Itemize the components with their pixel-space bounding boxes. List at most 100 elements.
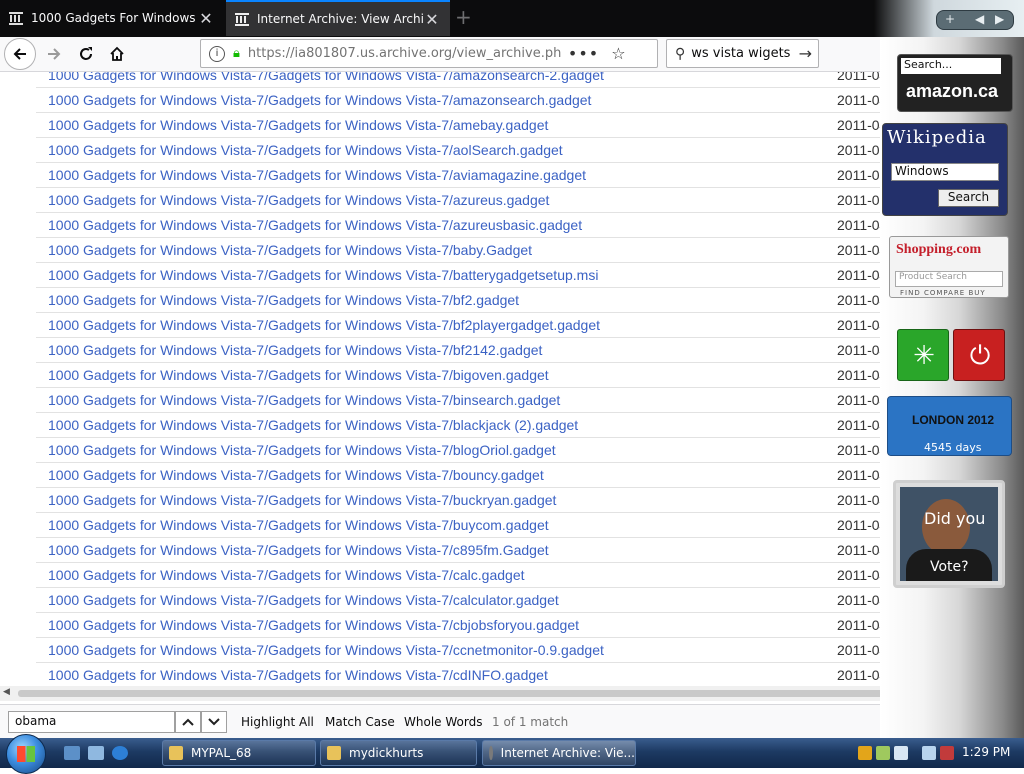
arrow-right-icon[interactable]: → [799, 44, 812, 63]
archive-icon [9, 12, 23, 25]
file-link[interactable]: 1000 Gadgets for Windows Vista-7/Gadgets… [48, 267, 598, 283]
reload-button[interactable] [72, 41, 100, 67]
internet-explorer-icon[interactable] [112, 746, 128, 760]
amazon-search-input[interactable]: Search... [901, 58, 1001, 74]
file-link[interactable]: 1000 Gadgets for Windows Vista-7/Gadgets… [48, 442, 556, 458]
scrollbar-thumb[interactable] [18, 690, 928, 697]
file-link[interactable]: 1000 Gadgets for Windows Vista-7/Gadgets… [48, 92, 591, 108]
search-bar[interactable]: ⚲ ws vista wigets → [666, 39, 819, 68]
show-desktop-icon[interactable] [64, 746, 80, 760]
wikipedia-search-button[interactable]: Search [938, 189, 999, 207]
find-previous-button[interactable] [175, 711, 201, 733]
sun-icon: ✳ [913, 341, 935, 371]
file-link[interactable]: 1000 Gadgets for Windows Vista-7/Gadgets… [48, 167, 586, 183]
photo-caption-bottom: Vote? [930, 559, 969, 575]
power-gadget-start[interactable]: ✳ [897, 329, 949, 381]
slideshow-gadget[interactable]: Did you Vote? [893, 480, 1005, 588]
amazon-gadget[interactable]: Search... amazon.ca [897, 54, 1013, 112]
power-gadget-shutdown[interactable]: ⏻ [953, 329, 1005, 381]
gadget-sidebar-controls[interactable]: + ◀ ▶ [936, 10, 1014, 30]
task-label: Internet Archive: Vie... [500, 746, 635, 760]
url-text[interactable]: https://ia801807.us.archive.org/view_arc… [248, 46, 562, 61]
file-row: 1000 Gadgets for Windows Vista-7/Gadgets… [36, 72, 880, 88]
file-link[interactable]: 1000 Gadgets for Windows Vista-7/Gadgets… [48, 467, 544, 483]
lock-icon[interactable]: 🔒︎ [233, 46, 240, 61]
taskbar-item-mydickhurts[interactable]: mydickhurts [320, 740, 477, 766]
find-next-button[interactable] [201, 711, 227, 733]
file-link[interactable]: 1000 Gadgets for Windows Vista-7/Gadgets… [48, 242, 532, 258]
back-button[interactable] [4, 38, 36, 70]
tab-1000-gadgets[interactable]: 1000 Gadgets For Windows Vist ✕ [0, 0, 224, 36]
file-link[interactable]: 1000 Gadgets for Windows Vista-7/Gadgets… [48, 367, 549, 383]
folder-icon [327, 746, 341, 760]
forward-button[interactable] [40, 41, 68, 67]
file-link[interactable]: 1000 Gadgets for Windows Vista-7/Gadgets… [48, 142, 563, 158]
file-row: 1000 Gadgets for Windows Vista-7/Gadgets… [36, 438, 880, 463]
taskbar-item-browser[interactable]: Internet Archive: Vie... [482, 740, 636, 766]
reload-icon [80, 47, 92, 60]
product-search-input[interactable]: Product Search [895, 271, 1003, 287]
london-2012-gadget[interactable]: LONDON 2012 4545 days [887, 396, 1012, 456]
wikipedia-search-input[interactable]: Windows [891, 163, 999, 181]
home-icon [110, 46, 124, 61]
file-row: 1000 Gadgets for Windows Vista-7/Gadgets… [36, 488, 880, 513]
window-frame: + ◀ ▶ [874, 0, 1024, 37]
security-icon[interactable] [876, 746, 890, 760]
power-icon: ⏻ [969, 340, 991, 371]
star-icon[interactable]: ☆ [611, 44, 625, 63]
tab-strip: 1000 Gadgets For Windows Vist ✕ Internet… [0, 0, 1024, 37]
chevron-left-icon[interactable]: ◀ [975, 12, 984, 26]
chevron-right-icon[interactable]: ▶ [995, 12, 1004, 26]
url-bar[interactable]: i 🔒︎ https://ia801807.us.archive.org/vie… [200, 39, 658, 68]
tab-internet-archive[interactable]: Internet Archive: View Archive ✕ [226, 0, 450, 36]
file-link[interactable]: 1000 Gadgets for Windows Vista-7/Gadgets… [48, 392, 560, 408]
match-case-toggle[interactable]: Match Case [325, 715, 395, 729]
switch-windows-icon[interactable] [88, 746, 104, 760]
file-link[interactable]: 1000 Gadgets for Windows Vista-7/Gadgets… [48, 667, 548, 683]
file-link[interactable]: 1000 Gadgets for Windows Vista-7/Gadgets… [48, 192, 549, 208]
file-link[interactable]: 1000 Gadgets for Windows Vista-7/Gadgets… [48, 567, 525, 583]
flag-icon[interactable] [894, 746, 908, 760]
network-icon[interactable] [922, 746, 936, 760]
shopping-gadget[interactable]: Shopping.com Product Search FIND COMPARE… [889, 236, 1009, 298]
file-link[interactable]: 1000 Gadgets for Windows Vista-7/Gadgets… [48, 117, 548, 133]
file-date: 2011-04-30 05:46 [837, 642, 880, 658]
clock[interactable]: 1:29 PM [962, 745, 1010, 759]
shield-icon[interactable] [858, 746, 872, 760]
file-link[interactable]: 1000 Gadgets for Windows Vista-7/Gadgets… [48, 72, 604, 83]
highlight-all-toggle[interactable]: Highlight All [241, 715, 314, 729]
plus-icon[interactable]: + [455, 5, 475, 29]
wikipedia-gadget[interactable]: Wikipedia Windows Search [882, 123, 1008, 216]
horizontal-scrollbar[interactable]: ◀ ▶ [0, 686, 1010, 701]
start-button[interactable] [6, 734, 46, 774]
plus-icon[interactable]: + [945, 12, 955, 26]
taskbar-item-mypal[interactable]: MYPAL_68 [162, 740, 316, 766]
folder-icon [169, 746, 183, 760]
task-label: MYPAL_68 [191, 746, 252, 760]
file-link[interactable]: 1000 Gadgets for Windows Vista-7/Gadgets… [48, 517, 549, 533]
file-link[interactable]: 1000 Gadgets for Windows Vista-7/Gadgets… [48, 492, 556, 508]
file-date: 2011-0 [837, 142, 880, 158]
file-link[interactable]: 1000 Gadgets for Windows Vista-7/Gadgets… [48, 292, 519, 308]
file-link[interactable]: 1000 Gadgets for Windows Vista-7/Gadgets… [48, 217, 582, 233]
file-link[interactable]: 1000 Gadgets for Windows Vista-7/Gadgets… [48, 317, 600, 333]
file-link[interactable]: 1000 Gadgets for Windows Vista-7/Gadgets… [48, 617, 579, 633]
close-tab-icon[interactable]: ✕ [424, 10, 440, 29]
file-date: 2011-04-30 05:44 [837, 217, 880, 233]
page-actions-icon[interactable]: ••• [568, 44, 599, 63]
search-input[interactable]: ws vista wigets [691, 46, 798, 61]
file-link[interactable]: 1000 Gadgets for Windows Vista-7/Gadgets… [48, 592, 559, 608]
scroll-left-icon[interactable]: ◀ [3, 687, 10, 697]
archive-icon [235, 13, 249, 26]
file-row: 1000 Gadgets for Windows Vista-7/Gadgets… [36, 163, 880, 188]
find-input[interactable]: obama [8, 711, 175, 733]
file-link[interactable]: 1000 Gadgets for Windows Vista-7/Gadgets… [48, 542, 549, 558]
file-link[interactable]: 1000 Gadgets for Windows Vista-7/Gadgets… [48, 342, 542, 358]
volume-muted-icon[interactable] [940, 746, 954, 760]
whole-words-toggle[interactable]: Whole Words [404, 715, 482, 729]
info-icon[interactable]: i [209, 45, 225, 62]
file-link[interactable]: 1000 Gadgets for Windows Vista-7/Gadgets… [48, 417, 578, 433]
close-tab-icon[interactable]: ✕ [198, 9, 214, 28]
home-button[interactable] [103, 41, 131, 67]
file-link[interactable]: 1000 Gadgets for Windows Vista-7/Gadgets… [48, 642, 604, 658]
